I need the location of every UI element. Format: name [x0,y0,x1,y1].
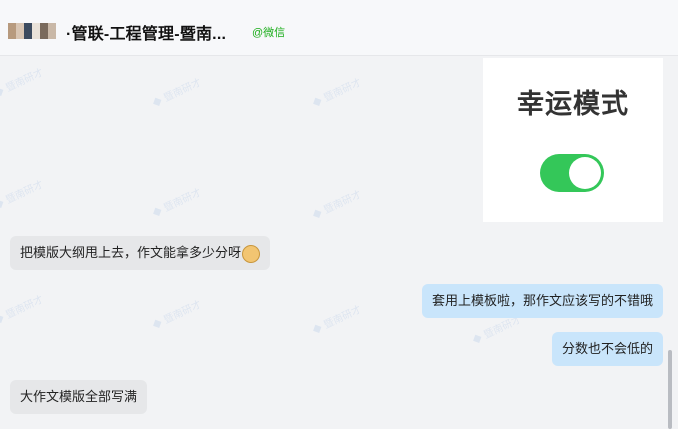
lucky-mode-toggle[interactable] [540,154,604,192]
avatar [8,23,16,39]
watermark: 暨南研才 [309,74,363,110]
avatar [16,23,24,39]
cat-face-icon [242,244,261,263]
watermark: 暨南研才 [309,186,363,222]
message-text: 分数也不会低的 [561,341,653,356]
message-bubble[interactable]: 分数也不会低的 [551,332,663,366]
message-text: 把模版大纲甩上去，作文能拿多少分呀 [20,245,242,260]
watermark: 暨南研才 [309,301,363,337]
source-badge: @微信 [252,27,286,39]
watermark: 暨南研才 [149,184,203,220]
watermark: 暨南研才 [0,64,45,100]
scrollbar[interactable] [668,350,672,429]
group-avatars[interactable] [8,23,56,39]
avatar [48,23,56,39]
watermark: 暨南研才 [149,296,203,332]
watermark: 暨南研才 [0,291,45,327]
chat-title: ·管联-工程管理-暨南... [66,26,227,43]
watermark: 暨南研才 [0,176,45,212]
message-text: 大作文模版全部写满 [20,389,138,404]
message-bubble[interactable]: 套用上模板啦，那作文应该写的不错哦 [421,284,663,318]
avatar [32,23,40,39]
lucky-mode-title: 幸运模式 [517,89,629,119]
message-text: 套用上模板啦，那作文应该写的不错哦 [431,293,653,308]
toggle-knob [569,157,601,189]
chat-header: ·管联-工程管理-暨南... @微信 [0,0,678,56]
avatar [24,23,32,39]
avatar [40,23,48,39]
lucky-mode-image[interactable]: 幸运模式 [483,58,663,222]
watermark: 暨南研才 [149,74,203,110]
message-bubble[interactable]: 大作文模版全部写满 [10,380,148,414]
message-bubble[interactable]: 把模版大纲甩上去，作文能拿多少分呀 [10,236,271,270]
